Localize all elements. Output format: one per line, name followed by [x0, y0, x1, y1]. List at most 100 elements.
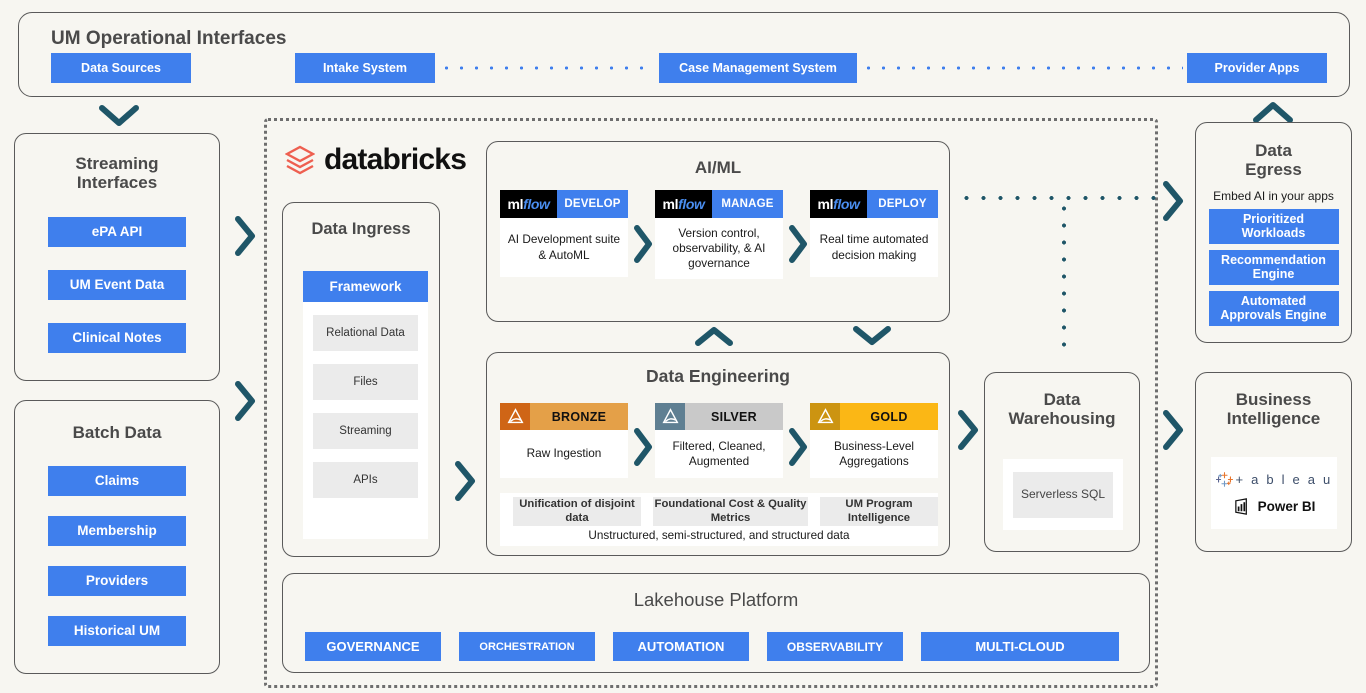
- chevron-up-icon-engineering-to-aiml: [694, 324, 734, 348]
- data-engineering-footer: Unification of disjoint data Foundationa…: [500, 493, 938, 546]
- chevron-down-icon-data-sources: [98, 103, 140, 129]
- medallion-card-gold[interactable]: GOLD Business-Level Aggregations: [810, 403, 938, 478]
- button-recommendation-engine[interactable]: Recommendation Engine: [1208, 250, 1339, 286]
- button-historical-um[interactable]: Historical UM: [48, 616, 186, 647]
- button-providers[interactable]: Providers: [48, 566, 186, 597]
- pill-unification-of-disjoint-data: Unification of disjoint data: [513, 497, 641, 526]
- tableau-logo[interactable]: + a b l e a u: [1215, 471, 1333, 488]
- mlflow-tag-deploy: DEPLOY: [867, 190, 938, 218]
- ingress-item-apis[interactable]: APIs: [313, 462, 418, 498]
- bi-title-line1: Business: [1235, 390, 1312, 409]
- medallion-card-silver[interactable]: SILVER Filtered, Cleaned, Augmented: [655, 403, 783, 478]
- databricks-logo: databricks: [285, 143, 467, 177]
- databricks-wordmark: databricks: [324, 143, 467, 176]
- mlflow-tag-manage: MANAGE: [712, 190, 783, 218]
- mlflow-logo-ml: ml: [507, 196, 524, 212]
- medallion-body-gold: Business-Level Aggregations: [834, 438, 914, 468]
- ai-ml-panel: AI/ML ml flow DEVELOP AI Development suit…: [486, 141, 950, 322]
- medallion-header-silver: SILVER: [655, 403, 783, 430]
- lakehouse-chip-governance[interactable]: GOVERNANCE: [305, 632, 441, 661]
- chevron-right-icon-engineering-to-warehousing: [955, 409, 981, 451]
- button-automated-approvals-engine[interactable]: Automated Approvals Engine: [1208, 291, 1339, 327]
- chip-provider-apps[interactable]: Provider Apps: [1187, 53, 1327, 83]
- tableau-mark-icon: [1215, 471, 1233, 487]
- tableau-wordmark: + a b l e a u: [1235, 471, 1333, 487]
- chevron-right-icon-manage-to-deploy: [786, 224, 810, 264]
- mlflow-tag-develop: DEVELOP: [557, 190, 628, 218]
- batch-data-panel: Batch Data Claims Membership Providers H…: [14, 400, 220, 674]
- mlflow-logo-icon: ml flow: [655, 190, 712, 218]
- dwh-title-line1: Data: [1043, 390, 1081, 409]
- button-clinical-notes[interactable]: Clinical Notes: [48, 323, 186, 354]
- lakehouse-chip-orchestration[interactable]: ORCHESTRATION: [459, 632, 595, 661]
- streaming-title-line2: Interfaces: [76, 173, 158, 193]
- chip-case-management-system[interactable]: Case Management System: [659, 53, 857, 83]
- chevron-right-icon-streaming-to-ingress: [232, 215, 258, 257]
- business-intelligence-title: Business Intelligence: [1196, 390, 1351, 428]
- power-bi-mark-icon: [1234, 497, 1247, 515]
- mlflow-logo-flow: flow: [678, 196, 705, 212]
- medallion-tag-gold: GOLD: [840, 403, 938, 430]
- lakehouse-chip-automation[interactable]: AUTOMATION: [613, 632, 749, 661]
- streaming-interfaces-panel: Streaming Interfaces ePA API UM Event Da…: [14, 133, 220, 381]
- data-warehousing-title: Data Warehousing: [985, 390, 1139, 428]
- data-engineering-note: Unstructured, semi-structured, and struc…: [588, 529, 850, 542]
- mlflow-logo-icon: ml flow: [500, 190, 557, 218]
- aiml-card-develop[interactable]: ml flow DEVELOP AI Development suite & Au…: [500, 190, 628, 277]
- medallion-tag-bronze: BRONZE: [530, 403, 628, 430]
- chevron-down-icon-aiml-to-engineering: [852, 324, 892, 348]
- lakehouse-chip-multi-cloud[interactable]: MULTI-CLOUD: [921, 632, 1119, 661]
- egress-title-line1: Data: [1255, 141, 1292, 160]
- ingress-item-relational-data[interactable]: Relational Data: [313, 315, 418, 351]
- medallion-tag-silver: SILVER: [685, 403, 783, 430]
- data-engineering-panel: Data Engineering BRONZE Raw Ingestion SI…: [486, 352, 950, 556]
- mlflow-logo-icon: ml flow: [810, 190, 867, 218]
- ingress-item-files[interactable]: Files: [313, 364, 418, 400]
- mlflow-header-deploy: ml flow DEPLOY: [810, 190, 938, 218]
- chevron-right-icon-warehousing-to-bi: [1160, 409, 1186, 451]
- button-membership[interactable]: Membership: [48, 516, 186, 547]
- chevron-right-icon-aiml-to-egress: [1160, 180, 1186, 222]
- aiml-card-develop-body: AI Development suite & AutoML: [507, 232, 621, 262]
- data-egress-panel: Data Egress Embed AI in your apps Priori…: [1195, 122, 1352, 343]
- aiml-card-manage[interactable]: ml flow MANAGE Version control, observabi…: [655, 190, 783, 280]
- medallion-body-silver: Filtered, Cleaned, Augmented: [672, 438, 766, 468]
- ingress-item-streaming[interactable]: Streaming: [313, 413, 418, 449]
- button-um-event-data[interactable]: UM Event Data: [48, 270, 186, 301]
- medallion-body-bronze: Raw Ingestion: [526, 446, 602, 461]
- data-ingress-panel: Data Ingress Framework Relational Data F…: [282, 202, 440, 557]
- framework-header[interactable]: Framework: [303, 271, 428, 302]
- business-intelligence-panel: Business Intelligence + a b l e a u Powe…: [1195, 372, 1352, 552]
- chip-data-sources[interactable]: Data Sources: [51, 53, 191, 83]
- button-claims[interactable]: Claims: [48, 466, 186, 497]
- batch-data-title: Batch Data: [72, 423, 162, 442]
- button-epa-api[interactable]: ePA API: [48, 217, 186, 248]
- data-ingress-framework-card: Framework Relational Data Files Streamin…: [303, 271, 428, 539]
- data-warehousing-card: Serverless SQL: [1003, 459, 1123, 530]
- lakehouse-platform-title: Lakehouse Platform: [633, 589, 799, 610]
- ai-ml-title: AI/ML: [694, 158, 742, 177]
- streaming-interfaces-title: Streaming Interfaces: [15, 154, 219, 192]
- power-bi-logo[interactable]: Power BI: [1233, 497, 1316, 516]
- databricks-mark-icon: [285, 145, 315, 175]
- dotted-connector-aiml-to-warehousing-vertical: [1062, 200, 1066, 358]
- um-operational-interfaces-panel: UM Operational Interfaces Data Sources I…: [18, 12, 1350, 97]
- aiml-card-deploy[interactable]: ml flow DEPLOY Real time automated decisi…: [810, 190, 938, 277]
- lakehouse-chip-observability[interactable]: OBSERVABILITY: [767, 632, 903, 661]
- chevron-right-icon-batch-to-ingress: [232, 380, 258, 422]
- power-bi-wordmark: Power BI: [1257, 498, 1316, 514]
- pill-foundational-cost-quality-metrics: Foundational Cost & Quality Metrics: [653, 497, 808, 526]
- data-warehousing-panel: Data Warehousing Serverless SQL: [984, 372, 1140, 552]
- button-prioritized-workloads[interactable]: Prioritized Workloads: [1208, 209, 1339, 245]
- mlflow-logo-flow: flow: [523, 196, 550, 212]
- chip-intake-system[interactable]: Intake System: [295, 53, 435, 83]
- lakehouse-platform-panel: Lakehouse Platform GOVERNANCE ORCHESTRAT…: [282, 573, 1150, 673]
- dotted-connector-intake-to-case: [439, 66, 655, 70]
- bi-tools-card: + a b l e a u Power BI: [1211, 457, 1337, 529]
- serverless-sql-item[interactable]: Serverless SQL: [1013, 471, 1113, 518]
- medallion-card-bronze[interactable]: BRONZE Raw Ingestion: [500, 403, 628, 478]
- page-title: UM Operational Interfaces: [51, 28, 287, 49]
- streaming-title-line1: Streaming: [75, 154, 159, 173]
- delta-lake-icon: [655, 403, 685, 430]
- chevron-right-icon-silver-to-gold: [786, 427, 810, 467]
